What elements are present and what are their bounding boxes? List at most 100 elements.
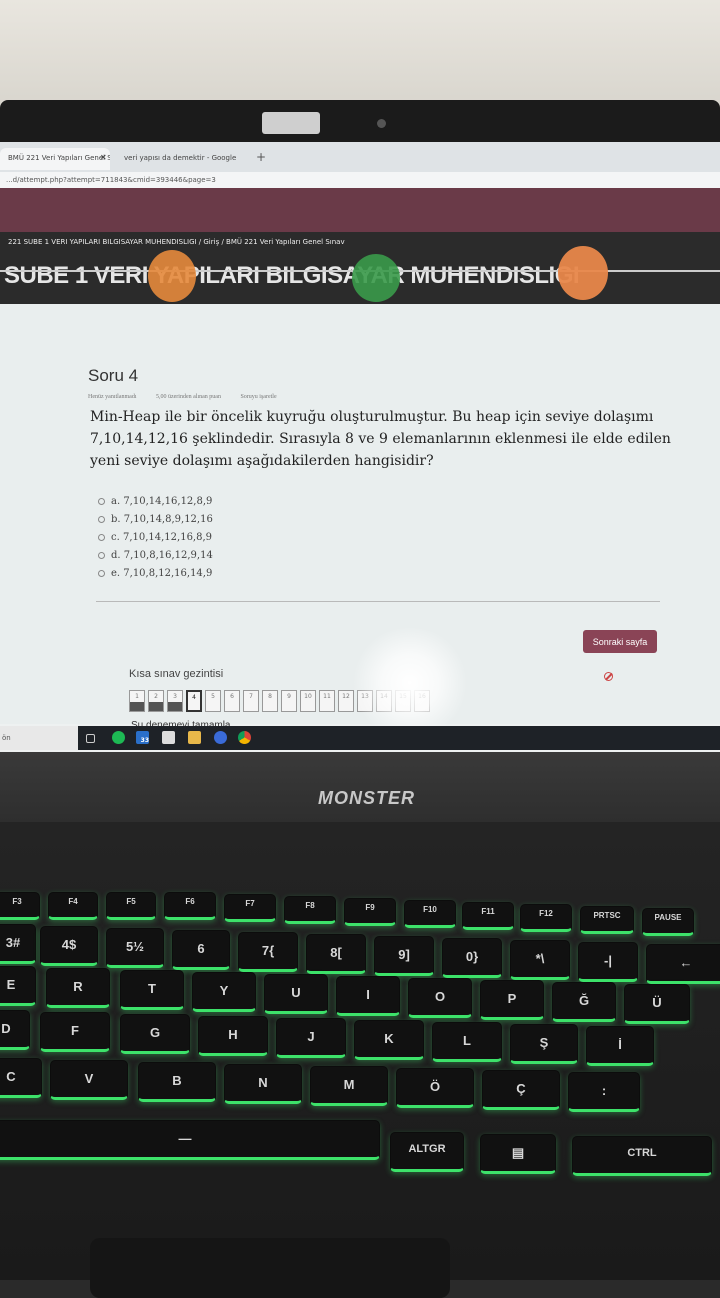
app-icon[interactable] bbox=[214, 731, 227, 744]
key-3[interactable]: 3# bbox=[0, 924, 36, 964]
key-f[interactable]: F bbox=[40, 1012, 110, 1052]
answer-option-c[interactable]: c. 7,10,14,12,16,8,9 bbox=[98, 528, 213, 546]
key-r[interactable]: R bbox=[46, 968, 110, 1008]
key-l[interactable]: L bbox=[432, 1022, 502, 1062]
key-star[interactable]: *\ bbox=[510, 940, 570, 980]
nav-question-9[interactable]: 9 bbox=[281, 690, 297, 712]
key-y[interactable]: Y bbox=[192, 972, 256, 1012]
radio-icon[interactable] bbox=[98, 569, 105, 577]
radio-icon[interactable] bbox=[98, 497, 105, 505]
key-8[interactable]: 8[ bbox=[306, 934, 366, 974]
key-s-cedilla[interactable]: Ş bbox=[510, 1024, 578, 1064]
key-altgr[interactable]: ALTGR bbox=[390, 1132, 464, 1172]
nav-question-8[interactable]: 8 bbox=[262, 690, 278, 712]
store-icon[interactable] bbox=[162, 731, 175, 744]
key-backspace[interactable]: ← bbox=[646, 944, 720, 984]
key-v[interactable]: V bbox=[50, 1060, 128, 1100]
nav-question-10[interactable]: 10 bbox=[300, 690, 316, 712]
key-h[interactable]: H bbox=[198, 1016, 268, 1056]
key-g[interactable]: G bbox=[120, 1014, 190, 1054]
question-points: 5,00 üzerinden alınan puan bbox=[155, 394, 221, 400]
decor-circle-orange bbox=[558, 246, 608, 300]
radio-icon[interactable] bbox=[98, 533, 105, 541]
radio-icon[interactable] bbox=[98, 515, 105, 523]
key-e[interactable]: E bbox=[0, 966, 36, 1006]
key-k[interactable]: K bbox=[354, 1020, 424, 1060]
laptop-screen: BMÜ 221 Veri Yapıları Genel Sınav ✕ veri… bbox=[0, 142, 720, 752]
key-o[interactable]: O bbox=[408, 978, 472, 1018]
key-j[interactable]: J bbox=[276, 1018, 346, 1058]
key-f7[interactable]: F7 bbox=[224, 894, 276, 922]
task-view-icon[interactable] bbox=[86, 734, 95, 743]
key-6[interactable]: 6 bbox=[172, 930, 230, 970]
key-7[interactable]: 7{ bbox=[238, 932, 298, 972]
laptop-hinge bbox=[0, 752, 720, 822]
key-i[interactable]: I bbox=[336, 976, 400, 1016]
key-t[interactable]: T bbox=[120, 970, 184, 1010]
question-panel: Soru 4 Henüz yanıtlanmadı 5,00 üzerinden… bbox=[0, 304, 720, 738]
tab-exam[interactable]: BMÜ 221 Veri Yapıları Genel Sınav bbox=[0, 148, 110, 170]
key-p[interactable]: P bbox=[480, 980, 544, 1020]
key-period[interactable]: : bbox=[568, 1072, 640, 1112]
key-menu[interactable]: ▤ bbox=[480, 1134, 556, 1174]
nav-question-7[interactable]: 7 bbox=[243, 690, 259, 712]
key-f8[interactable]: F8 bbox=[284, 896, 336, 924]
key-u[interactable]: U bbox=[264, 974, 328, 1014]
spotify-icon[interactable] bbox=[112, 731, 125, 744]
key-i-dotted[interactable]: İ bbox=[586, 1026, 654, 1066]
nav-question-5[interactable]: 5 bbox=[205, 690, 221, 712]
key-m[interactable]: M bbox=[310, 1066, 388, 1106]
nav-question-11[interactable]: 11 bbox=[319, 690, 335, 712]
radio-icon[interactable] bbox=[98, 551, 105, 559]
flag-question-link[interactable]: Soruyu işaretle bbox=[240, 394, 276, 400]
nav-question-4[interactable]: 4 bbox=[186, 690, 202, 712]
key-0[interactable]: 0} bbox=[442, 938, 502, 978]
answer-option-d[interactable]: d. 7,10,8,16,12,9,14 bbox=[98, 546, 213, 564]
key-f3[interactable]: F3 bbox=[0, 892, 40, 920]
key-u-umlaut[interactable]: Ü bbox=[624, 984, 690, 1024]
key-4[interactable]: 4$ bbox=[40, 926, 98, 966]
address-bar[interactable]: ...d/attempt.php?attempt=711843&cmid=393… bbox=[0, 172, 720, 188]
key-space[interactable]: — bbox=[0, 1120, 380, 1160]
key-n[interactable]: N bbox=[224, 1064, 302, 1104]
key-prtsc[interactable]: PRTSC bbox=[580, 906, 634, 934]
nav-question-3[interactable]: 3 bbox=[167, 690, 183, 712]
key-f9[interactable]: F9 bbox=[344, 898, 396, 926]
key-c[interactable]: C bbox=[0, 1058, 42, 1098]
answer-option-a[interactable]: a. 7,10,14,16,12,8,9 bbox=[98, 492, 213, 510]
key-9[interactable]: 9] bbox=[374, 936, 434, 976]
tab-google[interactable]: veri yapısı da demektir - Google bbox=[116, 148, 242, 170]
key-o-umlaut[interactable]: Ö bbox=[396, 1068, 474, 1108]
close-icon[interactable]: ✕ bbox=[100, 153, 107, 162]
key-f11[interactable]: F11 bbox=[462, 902, 514, 930]
key-b[interactable]: B bbox=[138, 1062, 216, 1102]
taskbar-search[interactable]: ön bbox=[0, 726, 78, 750]
key-f6[interactable]: F6 bbox=[164, 892, 216, 920]
mail-icon[interactable]: 33 bbox=[136, 731, 149, 744]
key-f4[interactable]: F4 bbox=[48, 892, 98, 920]
hide-navigation-icon[interactable] bbox=[604, 672, 613, 681]
trackpad[interactable] bbox=[90, 1238, 450, 1298]
answer-option-e[interactable]: e. 7,10,8,12,16,14,9 bbox=[98, 564, 213, 582]
nav-question-6[interactable]: 6 bbox=[224, 690, 240, 712]
file-explorer-icon[interactable] bbox=[188, 731, 201, 744]
nav-question-1[interactable]: 1 bbox=[129, 690, 145, 712]
new-tab-icon[interactable]: + bbox=[256, 150, 266, 164]
key-ctrl[interactable]: CTRL bbox=[572, 1136, 712, 1176]
key-g-breve[interactable]: Ğ bbox=[552, 982, 616, 1022]
key-pause[interactable]: PAUSE bbox=[642, 908, 694, 936]
chrome-icon[interactable] bbox=[238, 731, 251, 744]
key-minus[interactable]: -| bbox=[578, 942, 638, 982]
key-f10[interactable]: F10 bbox=[404, 900, 456, 928]
nav-question-2[interactable]: 2 bbox=[148, 690, 164, 712]
key-c-cedilla[interactable]: Ç bbox=[482, 1070, 560, 1110]
key-d[interactable]: D bbox=[0, 1010, 30, 1050]
next-page-button[interactable]: Sonraki sayfa bbox=[583, 630, 657, 653]
decor-circle-green bbox=[352, 254, 400, 302]
answer-option-b[interactable]: b. 7,10,14,8,9,12,16 bbox=[98, 510, 213, 528]
key-5[interactable]: 5½ bbox=[106, 928, 164, 968]
key-f12[interactable]: F12 bbox=[520, 904, 572, 932]
key-f5[interactable]: F5 bbox=[106, 892, 156, 920]
breadcrumb[interactable]: 221 SUBE 1 VERI YAPILARI BILGISAYAR MUHE… bbox=[8, 238, 345, 246]
tab-label: veri yapısı da demektir - Google bbox=[124, 154, 237, 162]
